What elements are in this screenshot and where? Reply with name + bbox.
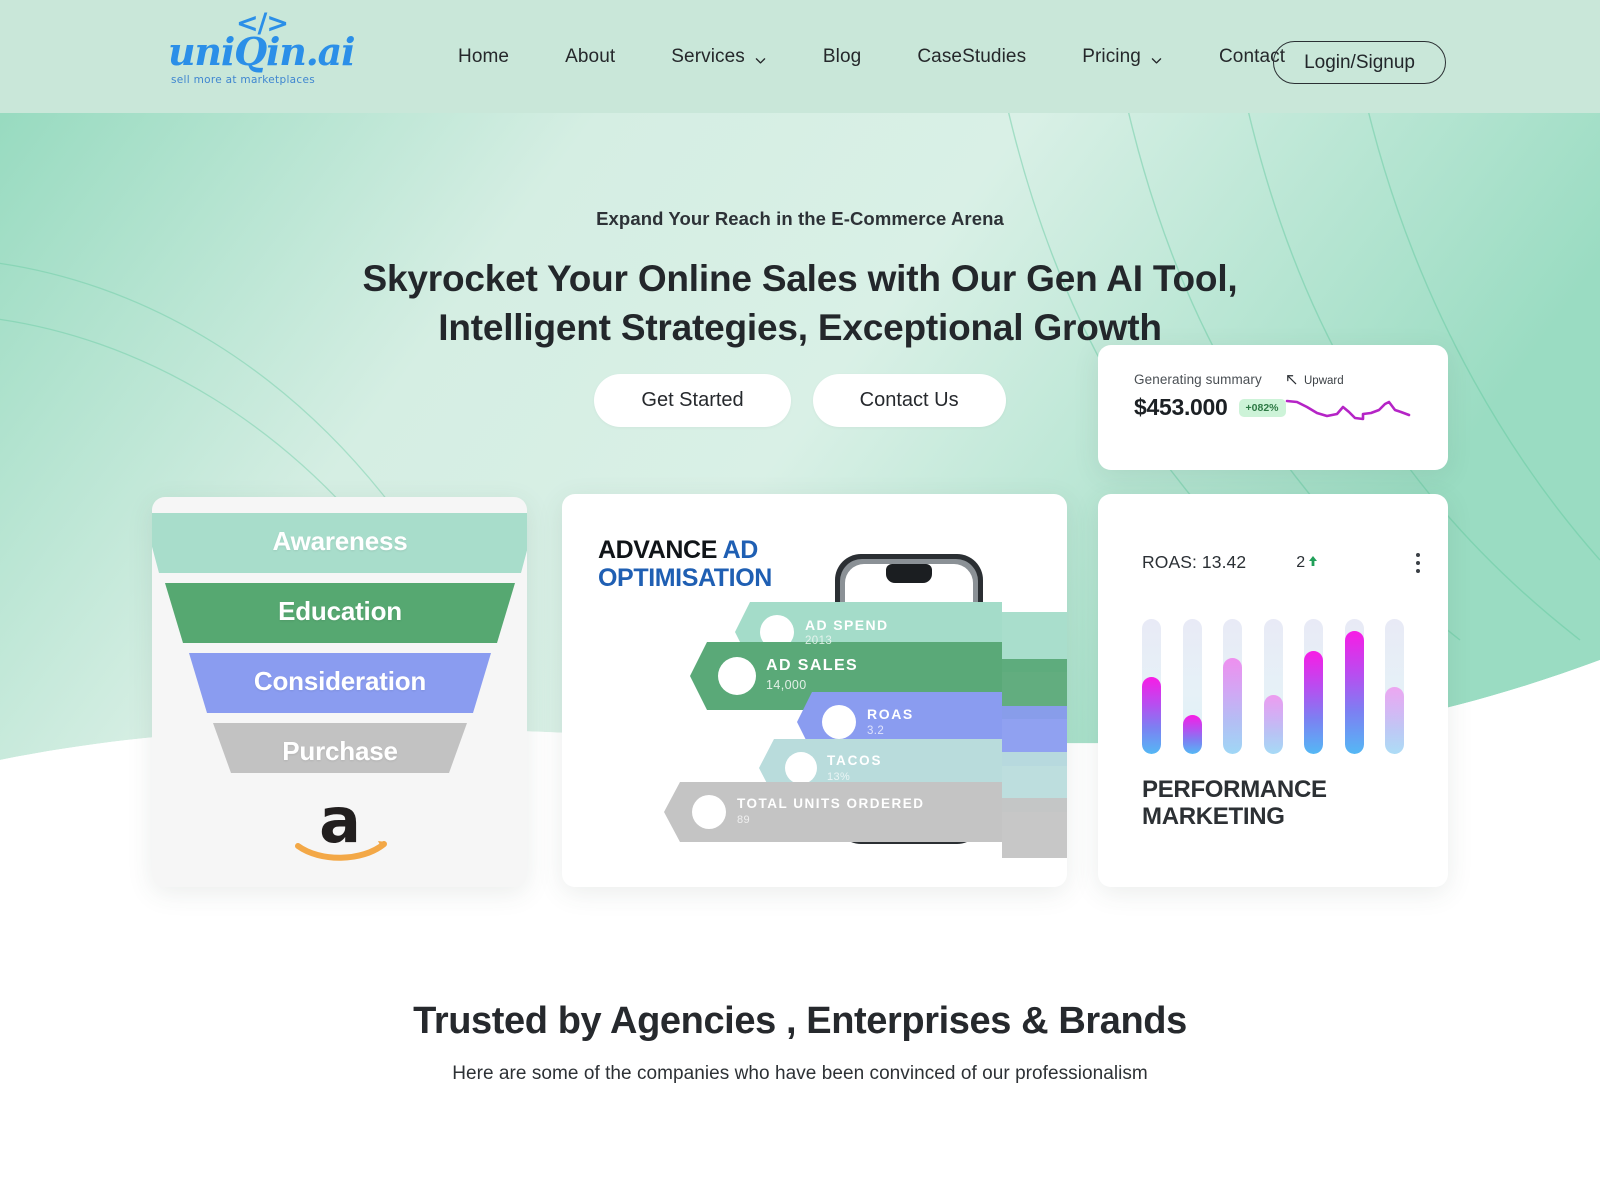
amazon-logo-icon: a — [152, 784, 527, 869]
summary-change-badge: +082% — [1238, 398, 1286, 417]
bar-track — [1182, 619, 1202, 754]
nav-label: CaseStudies — [917, 45, 1027, 67]
roas-value-label: ROAS: 13.42 — [1142, 552, 1247, 572]
funnel-stage-consideration: Consideration — [253, 666, 427, 696]
performance-title-line2: MARKETING — [1142, 802, 1285, 830]
roas-delta: 2 — [1296, 554, 1318, 572]
sparkline-chart — [1285, 399, 1411, 421]
ad-optimisation-card: ADVANCE AD OPTIMISATION AD SPEND 2013 AD… — [562, 494, 1067, 887]
logo-wordmark: uniQin.ai — [168, 29, 356, 74]
bar-fill — [1182, 714, 1202, 754]
bar-track — [1385, 619, 1404, 754]
arrow-up-icon — [1308, 554, 1318, 572]
chevron-down-icon — [1150, 51, 1163, 64]
roas-delta-value: 2 — [1296, 553, 1306, 571]
bar-fill — [1263, 694, 1283, 754]
ad-metrics-graphic — [664, 554, 1067, 858]
bar-fill — [1304, 651, 1323, 754]
nav-label: About — [565, 45, 616, 67]
funnel-stage-awareness: Awareness — [272, 526, 408, 556]
bar-track — [1304, 619, 1323, 754]
bar-track — [1263, 619, 1283, 754]
nav-item-about[interactable]: About — [537, 46, 643, 68]
bar-fill — [1385, 686, 1404, 754]
funnel-stage-purchase: Purchase — [282, 736, 398, 766]
trend-label-row: Upward — [1285, 373, 1420, 389]
marketing-funnel-graphic: Awareness Education Consideration Purcha… — [152, 511, 527, 773]
amazon-logo-svg: a — [294, 784, 387, 861]
generating-summary-card: Generating summary $453.000 +082% Upward — [1098, 345, 1448, 470]
nav-item-pricing[interactable]: Pricing — [1054, 46, 1191, 68]
login-signup-button[interactable]: Login/Signup — [1273, 41, 1446, 84]
bar-fill — [1223, 658, 1242, 754]
get-started-button[interactable]: Get Started — [594, 374, 791, 427]
nav-item-services[interactable]: Services — [643, 46, 795, 68]
chevron-down-icon — [754, 51, 767, 64]
summary-sparkline-group: Upward — [1285, 373, 1420, 443]
trusted-section-subtitle: Here are some of the companies who have … — [452, 1063, 1148, 1084]
contact-us-button[interactable]: Contact Us — [812, 374, 1006, 427]
bar-track — [1344, 619, 1364, 754]
nav-label: Pricing — [1082, 45, 1141, 67]
funnel-card: Awareness Education Consideration Purcha… — [152, 497, 527, 887]
site-header: </> uniQin.ai sell more at marketplaces … — [0, 0, 1600, 113]
arrow-up-left-icon — [1285, 373, 1298, 389]
logo[interactable]: </> uniQin.ai sell more at marketplaces — [168, 10, 356, 86]
bar-fill — [1142, 677, 1161, 754]
bar-fill — [1344, 631, 1364, 754]
summary-value: $453.000 — [1134, 394, 1228, 420]
bar-track — [1223, 619, 1242, 754]
performance-card-title: PERFORMANCE MARKETING — [1142, 776, 1327, 831]
bar-track — [1142, 619, 1161, 754]
hero-headline-line1: Skyrocket Your Online Sales with Our Gen… — [362, 258, 1238, 299]
kebab-menu-icon[interactable] — [1416, 552, 1420, 573]
nav-item-casestudies[interactable]: CaseStudies — [889, 46, 1054, 68]
hero-headline: Skyrocket Your Online Sales with Our Gen… — [0, 255, 1600, 353]
performance-marketing-card: ROAS: 13.42 2 PERFORMANCE MARKETING — [1098, 494, 1448, 887]
funnel-stage-education: Education — [278, 596, 402, 626]
nav-label: Blog — [822, 45, 862, 67]
hero-kicker: Expand Your Reach in the E-Commerce Aren… — [596, 208, 1004, 229]
trend-label: Upward — [1304, 375, 1344, 387]
trusted-section-title: Trusted by Agencies , Enterprises & Bran… — [413, 1000, 1187, 1042]
nav-label: Home — [458, 45, 510, 67]
performance-bar-chart — [1142, 619, 1404, 754]
nav-item-home[interactable]: Home — [430, 46, 537, 68]
page-root: </> uniQin.ai sell more at marketplaces … — [0, 0, 1600, 1200]
performance-title-line1: PERFORMANCE — [1142, 776, 1327, 803]
performance-card-header: ROAS: 13.42 2 — [1142, 552, 1420, 573]
main-navigation: Home About Services Blog CaseStudies Pri… — [430, 0, 1313, 113]
nav-label: Services — [671, 45, 745, 67]
svg-text:a: a — [319, 792, 361, 857]
ribbon-total-units — [664, 782, 1002, 842]
logo-tagline: sell more at marketplaces — [170, 74, 315, 86]
nav-item-blog[interactable]: Blog — [795, 46, 889, 68]
